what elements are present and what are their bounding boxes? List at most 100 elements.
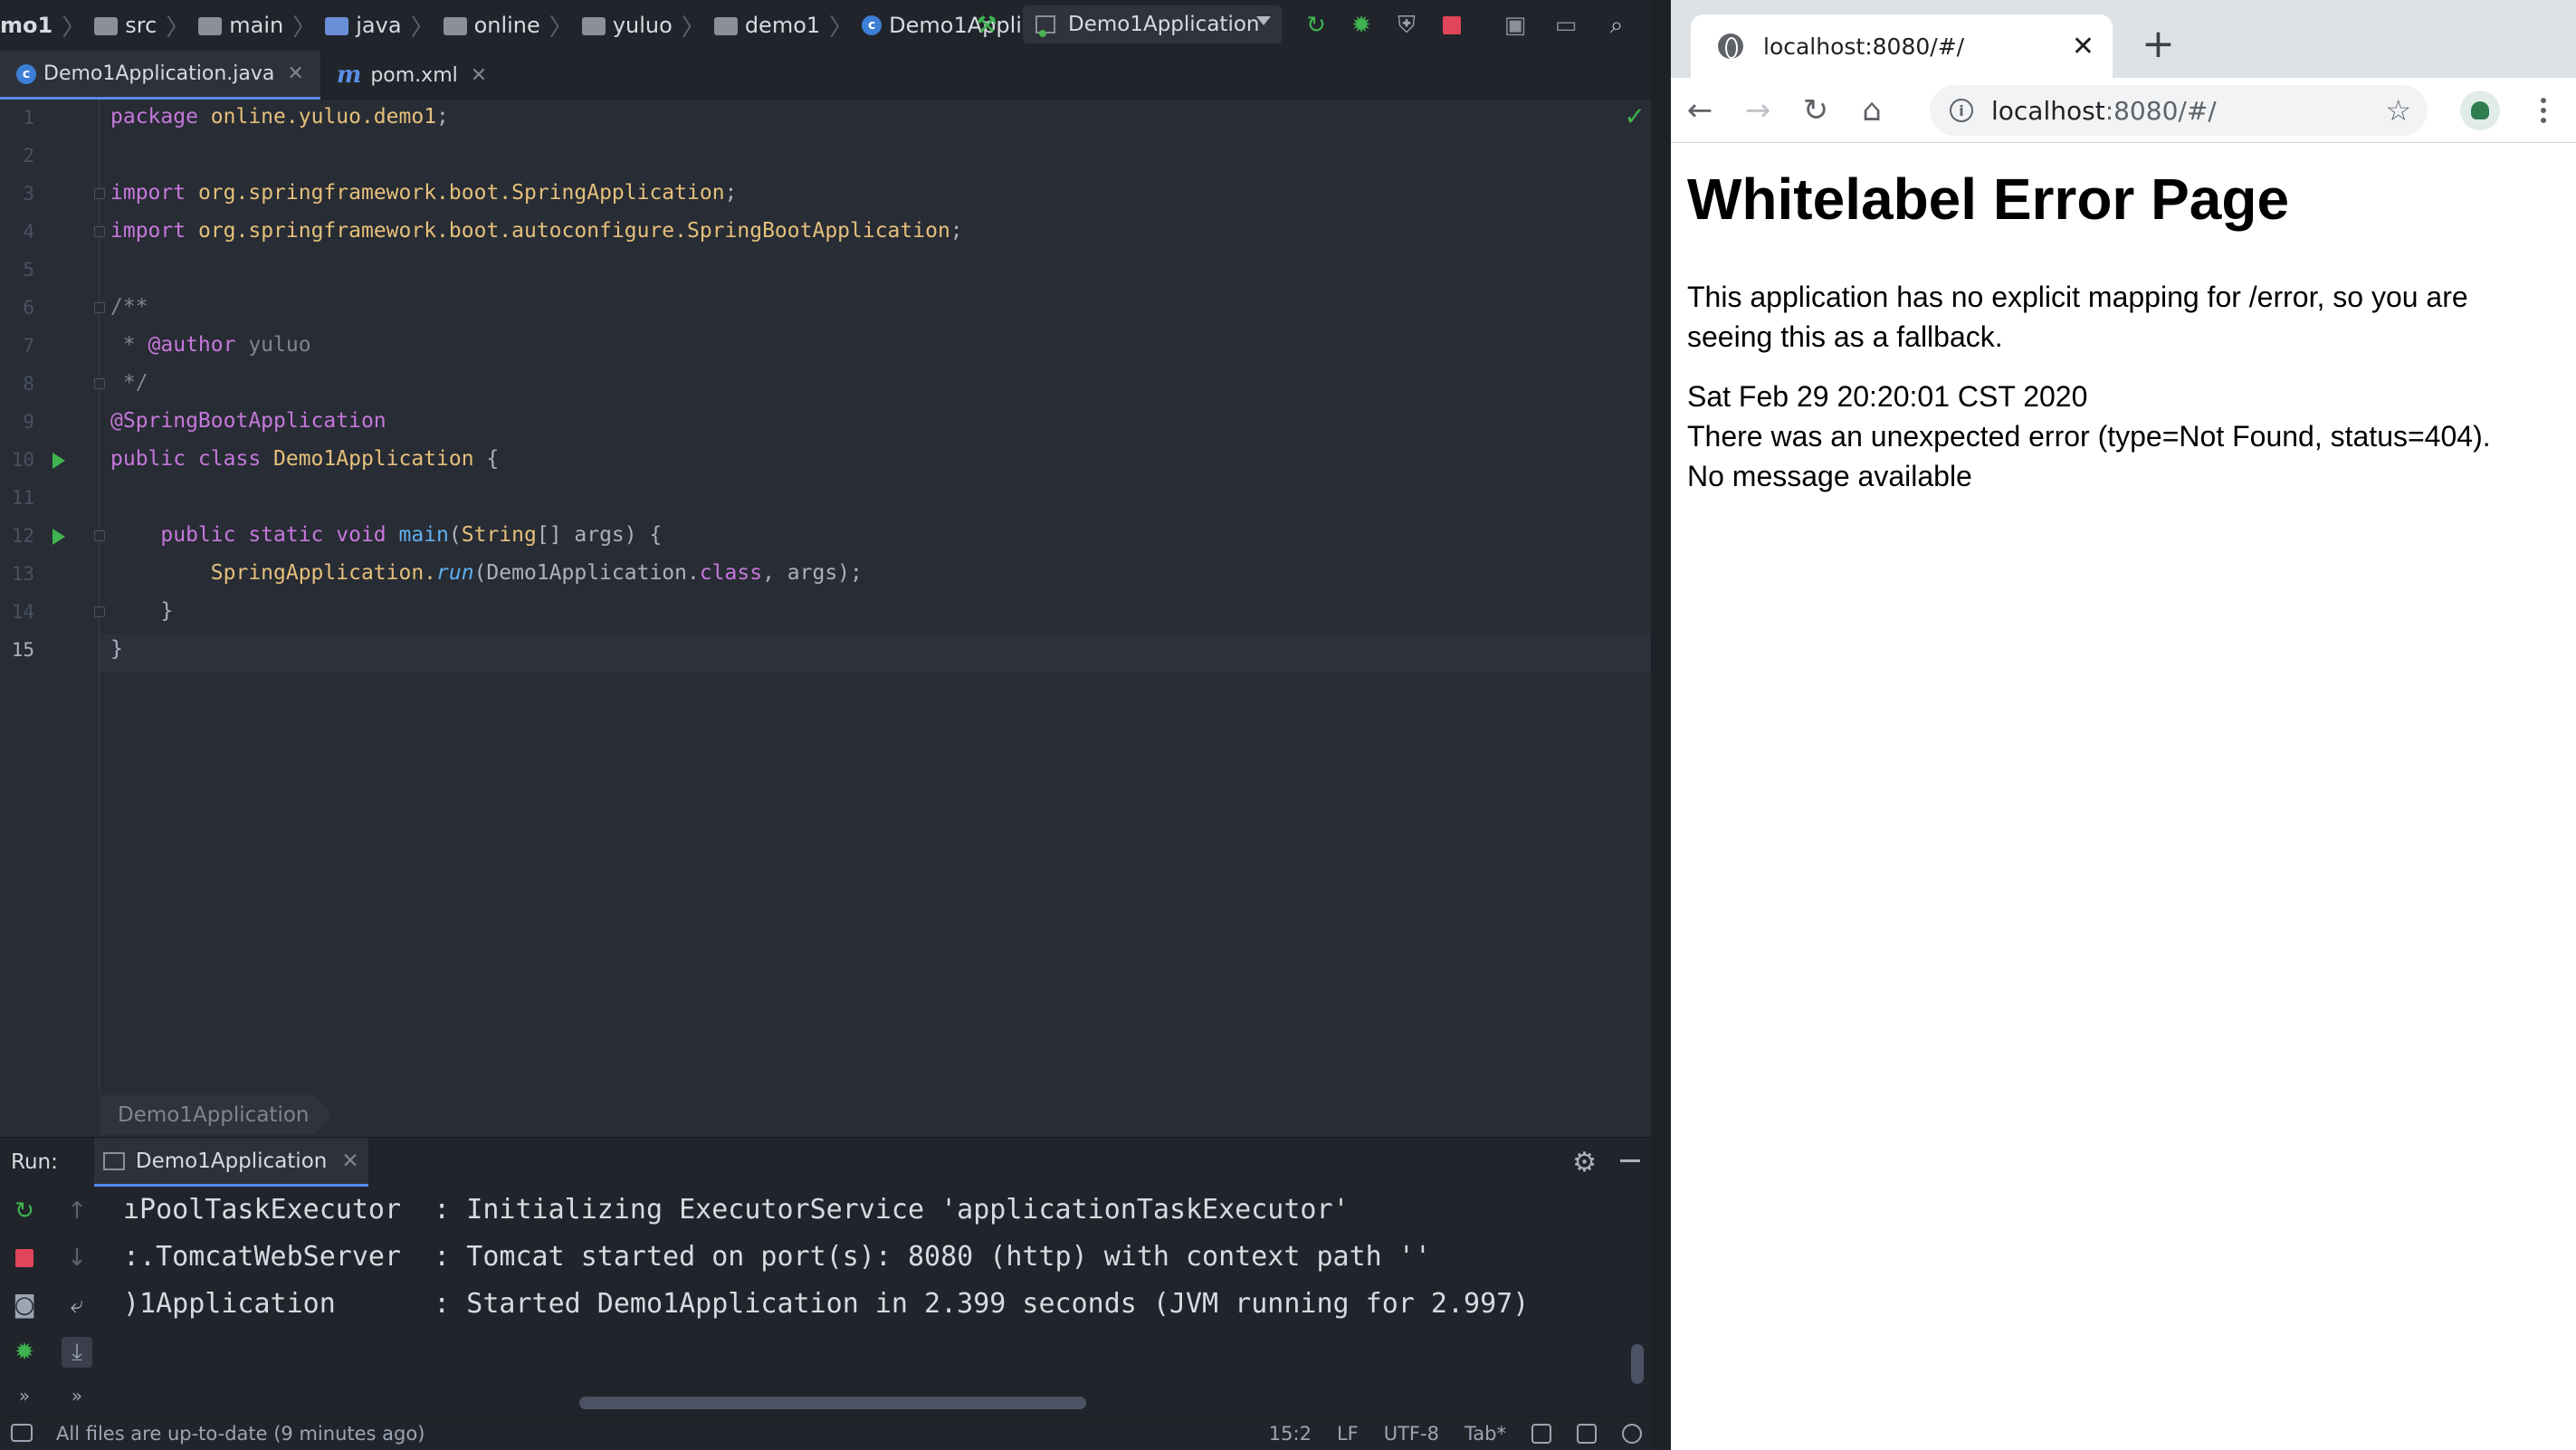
scroll-up-icon[interactable]: ↑ bbox=[62, 1196, 92, 1226]
site-info-icon[interactable]: i bbox=[1950, 99, 1973, 122]
bookmark-star-icon[interactable]: ☆ bbox=[2385, 93, 2411, 128]
package-name: org.springframework.boot. bbox=[197, 181, 512, 205]
fold-marker-icon[interactable] bbox=[94, 226, 105, 237]
run-config-icon bbox=[102, 1151, 125, 1170]
tool-windows-toggle-icon[interactable] bbox=[11, 1424, 33, 1442]
line-separator[interactable]: LF bbox=[1337, 1423, 1359, 1445]
breadcrumb-java[interactable]: java 〉 bbox=[325, 9, 443, 43]
run-with-coverage-icon[interactable]: ⛨ bbox=[1390, 9, 1423, 42]
reload-icon[interactable]: ↻ bbox=[1796, 91, 1836, 130]
structure-breadcrumb-label: Demo1Application bbox=[118, 1103, 310, 1127]
editor-tab-bar: c Demo1Application.java ✕ m pom.xml ✕ bbox=[0, 51, 1651, 100]
console-horizontal-scrollbar[interactable] bbox=[579, 1397, 1086, 1409]
file-encoding[interactable]: UTF-8 bbox=[1384, 1423, 1439, 1445]
event-log-icon[interactable] bbox=[1622, 1424, 1642, 1444]
breadcrumb-yuluo[interactable]: yuluo 〉 bbox=[581, 9, 714, 43]
browser-tab[interactable]: localhost:8080/#/ ✕ bbox=[1691, 14, 2113, 78]
browser-tab-strip: localhost:8080/#/ ✕ + bbox=[1671, 0, 2576, 78]
fold-marker-icon[interactable] bbox=[94, 530, 105, 541]
tab-demo1application-java[interactable]: c Demo1Application.java ✕ bbox=[0, 51, 320, 100]
punctuation: ; bbox=[724, 181, 738, 205]
fold-marker-icon[interactable] bbox=[94, 378, 105, 389]
run-config-label: Demo1Application bbox=[1068, 13, 1260, 36]
code-line-8: */ bbox=[110, 371, 148, 395]
line-number: 8 bbox=[23, 373, 34, 395]
close-icon[interactable]: ✕ bbox=[471, 64, 487, 87]
camera-icon[interactable]: ◙ bbox=[9, 1290, 40, 1321]
breadcrumb-demo1[interactable]: demo1 〉 bbox=[713, 9, 862, 43]
browser-toolbar: ← → ↻ ⌂ i localhost:8080/#/ ☆ bbox=[1671, 78, 2576, 143]
code-line-1: package online.yuluo.demo1; bbox=[110, 105, 449, 129]
console-line: )1Application : Started Demo1Application… bbox=[123, 1288, 1530, 1320]
run-header: Run: Demo1Application ✕ ⚙ bbox=[0, 1138, 1651, 1187]
status-widgets: 15:2 LF UTF-8 Tab* bbox=[1269, 1417, 1642, 1450]
code-line-4: import org.springframework.boot.autoconf… bbox=[110, 219, 963, 243]
close-icon[interactable]: ✕ bbox=[2072, 31, 2094, 62]
breadcrumb-src[interactable]: src 〉 bbox=[94, 9, 198, 43]
more-menu-icon[interactable] bbox=[2534, 91, 2552, 130]
close-icon[interactable]: ✕ bbox=[341, 1150, 358, 1173]
source-folder-icon bbox=[325, 17, 349, 35]
punctuation: { bbox=[473, 447, 500, 471]
tab-title: localhost:8080/#/ bbox=[1763, 33, 1965, 60]
run-gutter-icon[interactable] bbox=[52, 453, 65, 469]
rerun-icon[interactable]: ↻ bbox=[1300, 9, 1332, 42]
console-line: ıPoolTaskExecutor : Initializing Executo… bbox=[123, 1194, 1350, 1226]
keyword: public static void bbox=[110, 523, 399, 547]
keyword: public class bbox=[110, 447, 274, 471]
minimize-icon[interactable] bbox=[1620, 1159, 1640, 1162]
project-structure-icon[interactable]: ▣ bbox=[1499, 9, 1531, 42]
method-name: main bbox=[398, 523, 449, 547]
soft-wrap-icon[interactable]: ⤶ bbox=[62, 1290, 92, 1321]
status-message[interactable]: All files are up-to-date (9 minutes ago) bbox=[56, 1423, 425, 1445]
address-bar[interactable]: i localhost:8080/#/ ☆ bbox=[1930, 85, 2428, 136]
gear-icon[interactable]: ⚙ bbox=[1572, 1147, 1597, 1178]
more-actions-icon[interactable]: » bbox=[9, 1380, 40, 1411]
lock-icon[interactable] bbox=[1531, 1424, 1551, 1444]
run-configuration-select[interactable]: Demo1Application bbox=[1023, 5, 1282, 43]
breadcrumb-label: src bbox=[125, 13, 157, 38]
rerun-icon[interactable]: ↻ bbox=[9, 1196, 40, 1226]
debug-bug-icon[interactable]: ✹ bbox=[9, 1337, 40, 1368]
profile-avatar[interactable] bbox=[2460, 91, 2500, 130]
scroll-down-icon[interactable]: ↓ bbox=[62, 1243, 92, 1274]
console-output[interactable]: ıPoolTaskExecutor : Initializing Executo… bbox=[123, 1187, 1626, 1380]
comment: yuluo bbox=[235, 333, 311, 357]
scroll-to-end-icon[interactable]: ⤓ bbox=[62, 1337, 92, 1368]
line-number: 5 bbox=[23, 259, 34, 281]
more-actions-icon[interactable]: » bbox=[62, 1380, 92, 1411]
forward-arrow-icon[interactable]: → bbox=[1738, 91, 1778, 130]
caret-position[interactable]: 15:2 bbox=[1269, 1423, 1312, 1445]
page-title: Whitelabel Error Page bbox=[1687, 167, 2290, 232]
breadcrumb-separator: 〉 bbox=[292, 14, 317, 42]
fold-marker-icon[interactable] bbox=[94, 188, 105, 199]
new-tab-plus-icon[interactable]: + bbox=[2142, 22, 2175, 67]
close-icon[interactable]: ✕ bbox=[287, 62, 303, 85]
code-line-9: @SpringBootApplication bbox=[110, 409, 386, 433]
back-arrow-icon[interactable]: ← bbox=[1680, 91, 1720, 130]
fold-marker-icon[interactable] bbox=[94, 606, 105, 617]
run-tab-demo1application[interactable]: Demo1Application ✕ bbox=[93, 1138, 368, 1187]
stop-icon[interactable] bbox=[9, 1243, 40, 1274]
terminal-window-icon[interactable]: ▭ bbox=[1550, 9, 1582, 42]
run-gutter-icon[interactable] bbox=[52, 529, 65, 545]
structure-breadcrumb[interactable]: Demo1Application bbox=[100, 1095, 333, 1135]
url-path: :8080/#/ bbox=[2104, 95, 2217, 126]
package-icon bbox=[443, 17, 467, 35]
search-icon[interactable]: ⌕ bbox=[1600, 9, 1633, 42]
breadcrumb-project[interactable]: mo1 〉 bbox=[0, 9, 94, 43]
breadcrumb-online[interactable]: online 〉 bbox=[443, 9, 582, 43]
tab-pom-xml[interactable]: m pom.xml ✕ bbox=[320, 51, 503, 100]
build-hammer-icon[interactable]: ⚒ bbox=[970, 9, 1003, 42]
stop-icon[interactable] bbox=[1436, 9, 1468, 42]
debug-bug-icon[interactable]: ✹ bbox=[1345, 9, 1378, 42]
console-vertical-scrollbar[interactable] bbox=[1631, 1344, 1644, 1384]
indent-setting[interactable]: Tab* bbox=[1465, 1423, 1506, 1445]
inspection-ok-check-icon[interactable]: ✓ bbox=[1625, 101, 1646, 131]
line-number: 1 bbox=[23, 107, 34, 129]
home-icon[interactable]: ⌂ bbox=[1852, 91, 1892, 130]
fold-marker-icon[interactable] bbox=[94, 302, 105, 313]
code-editor[interactable]: 1 2 3 4 5 6 7 8 9 10 11 12 13 14 15 pack… bbox=[0, 100, 1651, 1091]
inspector-icon[interactable] bbox=[1577, 1424, 1597, 1444]
breadcrumb-main[interactable]: main 〉 bbox=[198, 9, 325, 43]
